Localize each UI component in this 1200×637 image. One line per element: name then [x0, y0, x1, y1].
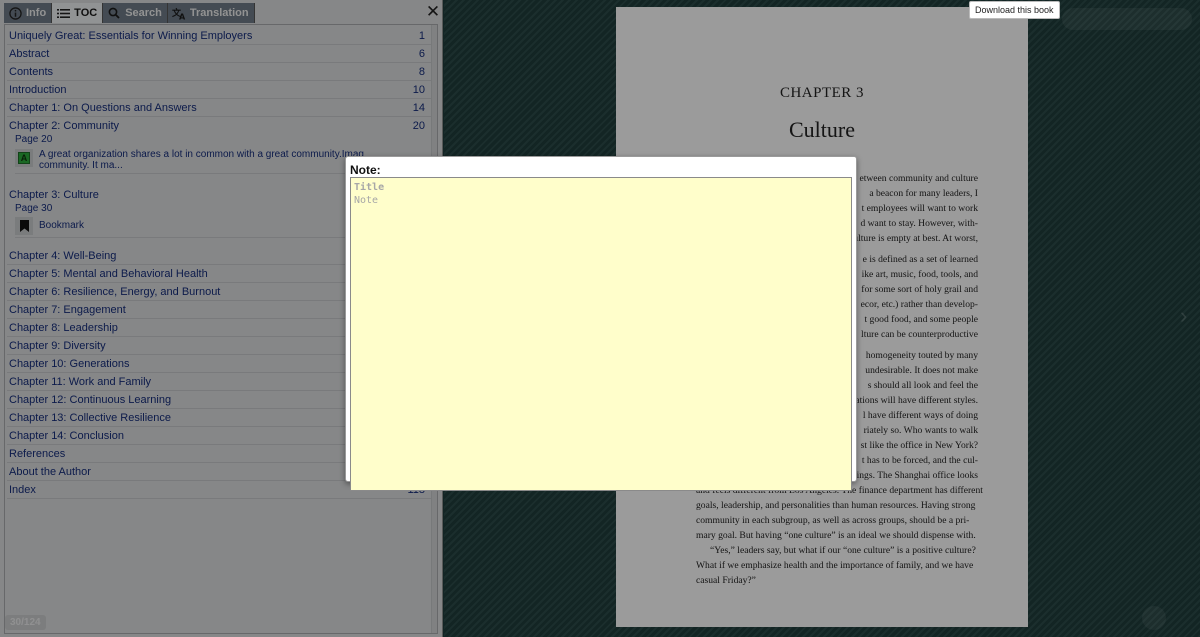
- download-tooltip: Download this book: [969, 1, 1060, 19]
- note-title-input[interactable]: [354, 180, 844, 195]
- note-dialog: Note:: [345, 156, 857, 491]
- note-body-input[interactable]: [354, 195, 848, 485]
- note-editor: [350, 177, 852, 491]
- note-dialog-label: Note:: [350, 163, 381, 177]
